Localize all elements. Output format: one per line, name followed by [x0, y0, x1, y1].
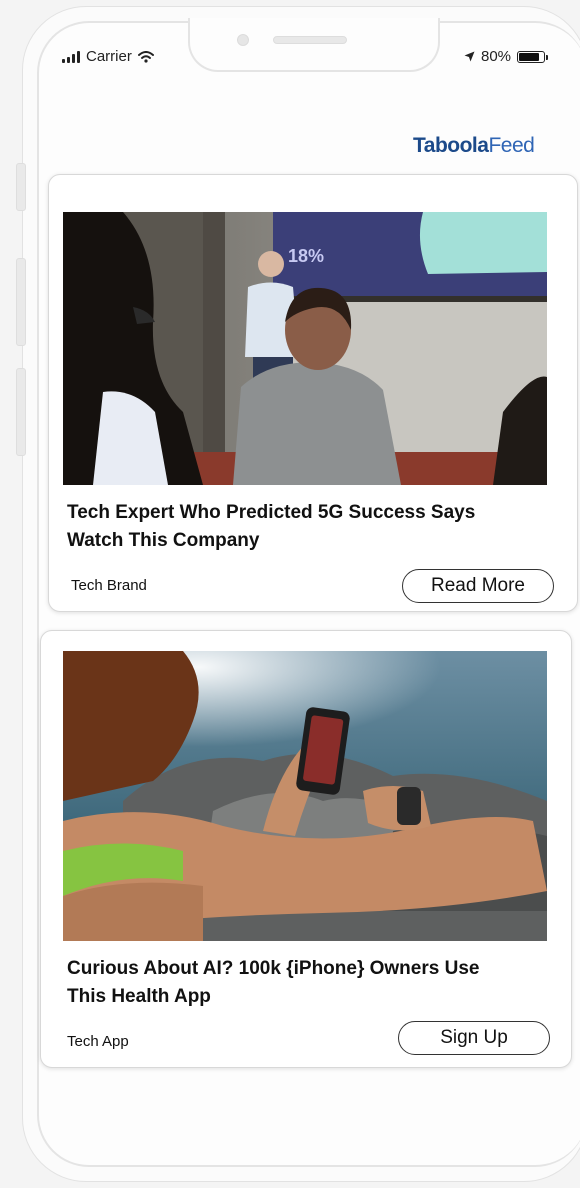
wifi-icon [137, 50, 154, 63]
battery-percent: 80% [481, 48, 512, 65]
carrier-label: Carrier [86, 48, 132, 65]
card-source: Tech App [67, 1033, 129, 1050]
feed-card[interactable]: 18% Tech Expert Who Predicted 5G Success… [48, 174, 578, 612]
slide-text: 18% [288, 246, 324, 266]
card-headline[interactable]: Curious About AI? 100k {iPhone} Owners U… [67, 955, 487, 1011]
read-more-button[interactable]: Read More [402, 569, 554, 603]
camera-icon [237, 34, 249, 46]
volume-down-button [16, 368, 26, 456]
card-source: Tech Brand [71, 577, 147, 594]
status-bar-left: Carrier [62, 48, 154, 65]
signal-icon [62, 50, 80, 63]
card-headline[interactable]: Tech Expert Who Predicted 5G Success Say… [67, 499, 487, 555]
card-image-smartwatch[interactable] [63, 651, 547, 941]
battery-icon [517, 50, 549, 63]
mute-switch [16, 163, 26, 211]
speaker-grille [273, 36, 347, 44]
phone-notch [188, 18, 440, 72]
status-bar-right: 80% [464, 48, 549, 65]
feed-card[interactable]: Curious About AI? 100k {iPhone} Owners U… [40, 630, 572, 1068]
sign-up-button[interactable]: Sign Up [398, 1021, 550, 1055]
taboola-feed-logo: TaboolaFeed [413, 134, 535, 157]
volume-up-button [16, 258, 26, 346]
location-arrow-icon [464, 51, 475, 62]
card-image-conference[interactable]: 18% [63, 212, 547, 485]
